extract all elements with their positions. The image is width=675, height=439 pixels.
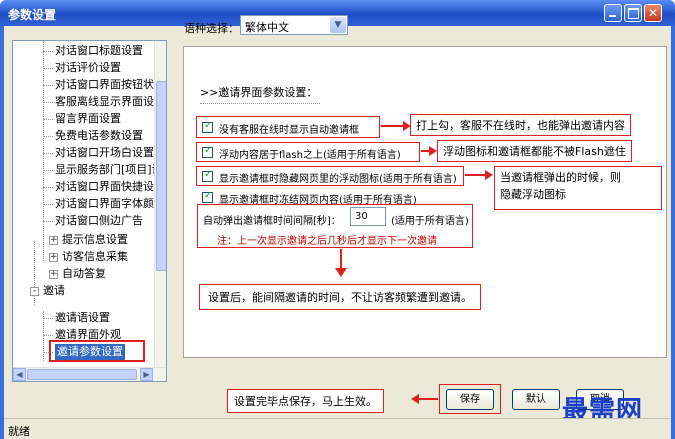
checkbox[interactable]: ✓ [202,145,213,158]
expand-plus-icon[interactable]: + [49,253,58,262]
tree-connector [43,68,53,69]
tree-connector [43,221,53,222]
tree-item[interactable]: 提示信息设置 [62,232,128,248]
tree-connector [43,136,53,137]
minimize-button[interactable] [604,4,622,22]
minimize-icon [605,5,621,21]
callout-interval: 设置后，能间隔邀请的时间，不让访客频繁遭到邀请。 [199,284,481,310]
interval-note: 注：上一次显示邀请之后几秒后才显示下一次邀请 [217,236,437,247]
tree-connector [43,187,53,188]
callout-arrow [340,249,342,269]
close-icon: ✕ [647,6,659,20]
language-select[interactable]: 繁体中文 ▼ [240,15,348,35]
section-title: >>邀请界面参数设置： [200,86,318,99]
tree-connector [43,85,53,86]
tree-item[interactable]: 对话窗口标题设置 [55,43,143,59]
section-divider [200,103,320,104]
interval-value: 30 [355,211,368,222]
maximize-button[interactable] [624,4,642,22]
highlight-box [49,340,145,362]
chevron-down-icon[interactable]: ▼ [330,17,346,33]
check-icon: ✓ [204,120,213,131]
interval-label: 自动弹出邀请框时间间隔[秒]： [203,216,341,227]
close-button[interactable]: ✕ [644,4,662,22]
option-label: 显示邀请框时隐藏网页里的浮动图标(适用于所有语言) [219,174,457,185]
arrow-left-icon [411,394,419,404]
interval-suffix: (适用于所有语言) [391,216,469,227]
scroll-right-icon[interactable]: ▶ [140,368,153,381]
status-text: 就绪 [8,425,30,438]
tree-item-invite[interactable]: 邀请 [43,283,65,299]
tree-connector [43,335,53,336]
callout-line: 隐藏浮动图标 [500,188,566,201]
interval-input[interactable]: 30 [350,207,386,226]
tree-item[interactable]: 访客信息采集 [62,249,128,265]
tree-connector [43,102,53,103]
window-title: 参数设置 [8,8,57,22]
callout-arrow [418,398,438,400]
callout-arrow [465,174,487,176]
scroll-thumb[interactable] [27,369,137,380]
tree-vertical-scrollbar[interactable] [154,41,166,367]
option-label: 没有客服在线时显示自动邀请框 [219,125,359,136]
status-bar: 就绪 [4,418,671,439]
settings-tree[interactable]: 对话窗口标题设置 对话评价设置 对话窗口界面按钮状态 客服离线显示界面设置 留言… [12,40,167,382]
tree-item[interactable]: 显示服务部门[项目]设 [55,162,163,178]
default-button[interactable]: 默认 [512,389,560,410]
tree-item[interactable]: 对话窗口界面字体颜色 [55,196,165,212]
language-value: 繁体中文 [245,21,289,34]
expand-plus-icon[interactable]: + [49,236,58,245]
collapse-minus-icon[interactable]: - [30,287,39,296]
tree-connector [43,119,53,120]
checkbox[interactable]: ✓ [202,190,213,203]
checkbox[interactable]: ✓ [202,120,213,133]
tree-item[interactable]: 免费电话参数设置 [55,128,143,144]
checkbox[interactable]: ✓ [202,169,213,182]
arrow-right-icon [429,146,437,156]
callout-offline-invite: 打上勾，客服不在线时，也能弹出邀请内容 [410,114,631,136]
tree-connector [43,318,53,319]
option-label: 浮动内容居于flash之上(适用于所有语言) [219,150,401,161]
tree-item[interactable]: 留言界面设置 [55,111,121,127]
callout-line: 当邀请框弹出的时候，则 [500,171,621,184]
maximize-icon [625,5,641,21]
tree-connector [43,51,53,52]
tree-connector [43,153,53,154]
callout-arrow [381,125,405,127]
check-icon: ✓ [204,190,213,201]
check-icon: ✓ [204,145,213,156]
scroll-thumb[interactable] [156,81,166,271]
tree-item[interactable]: 对话窗口界面快捷设置 [55,179,165,195]
callout-hide-icon: 当邀请框弹出的时候，则 隐藏浮动图标 [494,166,662,210]
tree-item[interactable]: 对话窗口侧边广告 [55,213,143,229]
scroll-left-icon[interactable]: ◀ [13,368,26,381]
tree-horizontal-scrollbar[interactable]: ◀ ▶ [13,367,166,381]
tree-item[interactable]: 客服离线显示界面设置 [55,94,165,110]
tree-item[interactable]: 对话窗口开场白设置 [55,145,154,161]
window-frame: 参数设置 ✕ 对话窗口标题设置 对话评价设置 对话窗口界面按钮状态 客服离线显示… [0,0,675,439]
tree-connector [43,41,44,261]
tree-item[interactable]: 对话窗口界面按钮状态 [55,77,165,93]
callout-save: 设置完毕点保存，马上生效。 [227,389,384,413]
check-icon: ✓ [204,169,213,180]
arrow-down-icon [335,268,347,277]
arrow-right-icon [485,170,493,180]
tree-connector [43,170,53,171]
tree-item[interactable]: 自动答复 [62,266,106,282]
tree-connector [43,204,53,205]
callout-flash-cover: 浮动图标和邀请框都能不被Flash遮住 [437,140,632,162]
tree-item[interactable]: 邀请语设置 [55,310,110,326]
expand-plus-icon[interactable]: + [49,270,58,279]
language-label: 语种选择： [184,22,239,35]
save-button[interactable]: 保存 [446,389,494,410]
tree-item[interactable]: 对话评价设置 [55,60,121,76]
